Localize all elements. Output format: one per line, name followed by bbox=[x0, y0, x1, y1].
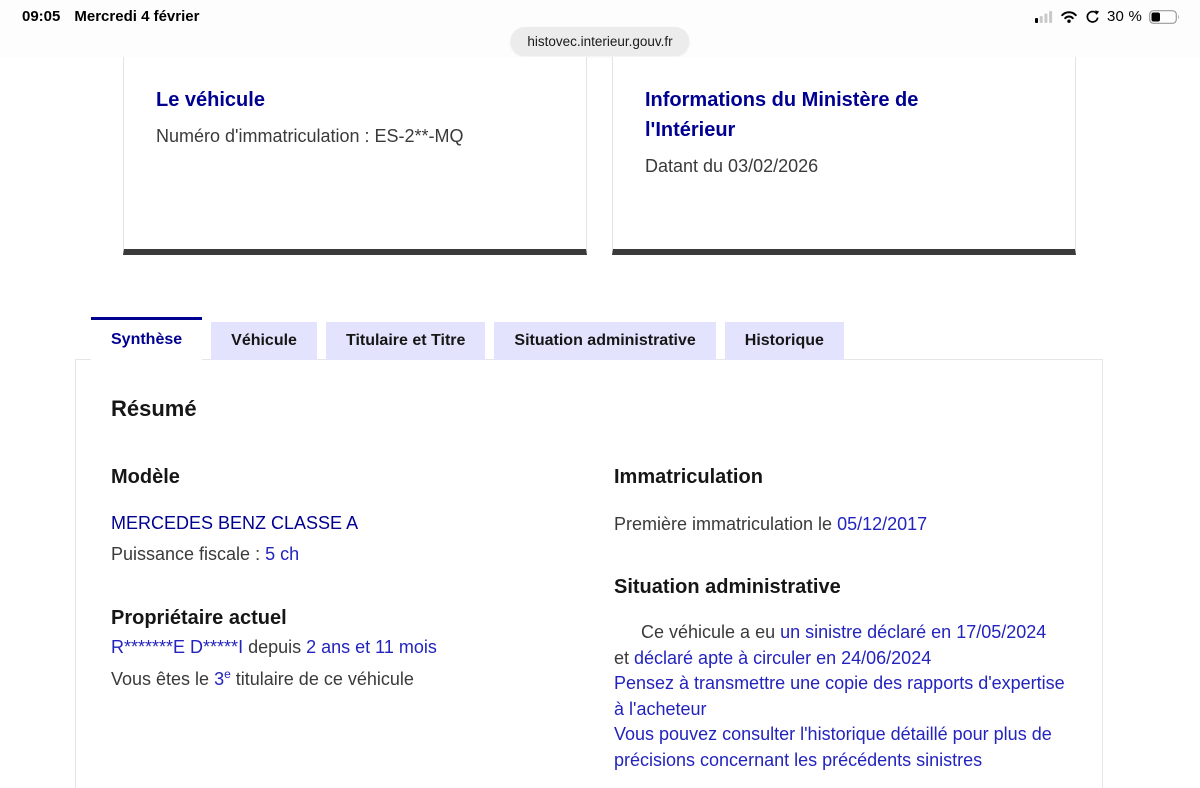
cellular-signal-icon bbox=[1035, 10, 1053, 23]
safari-address-bar[interactable]: histovec.interieur.gouv.fr bbox=[510, 27, 690, 56]
vehicle-card: Le véhicule Numéro d'immatriculation : E… bbox=[123, 57, 587, 255]
wifi-icon bbox=[1060, 10, 1078, 23]
summary-title: Résumé bbox=[111, 396, 197, 421]
battery-icon bbox=[1149, 9, 1180, 24]
owner-line: R*******E D*****I depuis 2 ans et 11 moi… bbox=[111, 637, 437, 657]
admin-situation-heading: Situation administrative bbox=[614, 576, 841, 598]
synthese-panel: Résumé Modèle MERCEDES BENZ CLASSE A Pui… bbox=[75, 359, 1103, 788]
holder-rank-line: Vous êtes le 3e titulaire de ce véhicule bbox=[111, 667, 414, 689]
registration-number-line: Numéro d'immatriculation : ES-2**-MQ bbox=[156, 126, 464, 146]
status-date: Mercredi 4 février bbox=[74, 8, 200, 25]
ios-status-bar: 09:05 Mercredi 4 février 30 % histovec.i… bbox=[0, 0, 1200, 57]
first-registration-line: Première immatriculation le 05/12/2017 bbox=[614, 514, 928, 534]
battery-percent: 30 % bbox=[1107, 8, 1142, 25]
ministry-card: Informations du Ministère de l'Intérieur… bbox=[612, 57, 1076, 255]
rotation-lock-icon bbox=[1085, 9, 1100, 24]
model-heading: Modèle bbox=[111, 466, 180, 488]
summary-right-column: Immatriculation Première immatriculation… bbox=[614, 465, 1078, 773]
clock-time: 09:05 bbox=[22, 8, 61, 25]
model-name: MERCEDES BENZ CLASSE A bbox=[111, 513, 359, 533]
owner-heading: Propriétaire actuel bbox=[111, 607, 287, 629]
registration-heading: Immatriculation bbox=[614, 466, 763, 488]
admin-situation-paragraph: Ce véhicule a eu un sinistre déclaré en … bbox=[614, 622, 1065, 770]
ministry-card-title: Informations du Ministère de l'Intérieur bbox=[645, 89, 919, 141]
tab-historique[interactable]: Historique bbox=[724, 322, 844, 360]
tab-vehicule[interactable]: Véhicule bbox=[211, 322, 317, 360]
fiscal-power-line: Puissance fiscale : 5 ch bbox=[111, 544, 300, 564]
vehicle-card-title: Le véhicule bbox=[156, 89, 265, 111]
report-date-line: Datant du 03/02/2026 bbox=[645, 156, 819, 176]
tab-synthese[interactable]: Synthèse bbox=[91, 317, 203, 360]
tab-situation-administrative[interactable]: Situation administrative bbox=[494, 322, 716, 360]
tab-bar: Synthèse Véhicule Titulaire et Titre Sit… bbox=[91, 317, 844, 360]
summary-left-column: Modèle MERCEDES BENZ CLASSE A Puissance … bbox=[111, 465, 614, 773]
tab-titulaire-et-titre[interactable]: Titulaire et Titre bbox=[325, 322, 486, 360]
